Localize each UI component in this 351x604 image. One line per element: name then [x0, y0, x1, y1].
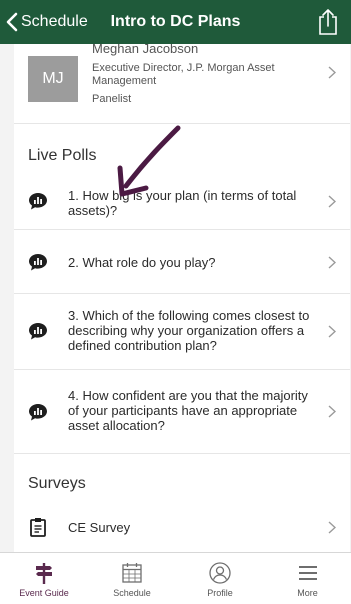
tab-label: Event Guide: [19, 588, 69, 598]
tab-bar: Event Guide Schedule Profile More: [0, 552, 351, 604]
chevron-right-icon: [328, 195, 336, 208]
poll-icon: [29, 404, 47, 421]
surveys-heading: Surveys: [28, 475, 86, 492]
signpost-icon: [36, 563, 52, 584]
share-icon[interactable]: [315, 8, 341, 36]
survey-item[interactable]: CE Survey: [14, 502, 350, 552]
speaker-row[interactable]: MJ Meghan Jacobson Executive Director, J…: [14, 44, 350, 124]
poll-question: 3. Which of the following comes closest …: [68, 308, 310, 353]
annotation-arrow-icon: [117, 125, 181, 197]
chevron-right-icon: [328, 405, 336, 418]
live-polls-heading: Live Polls: [28, 147, 97, 164]
content-area: MJ Meghan Jacobson Executive Director, J…: [0, 44, 351, 552]
navigation-bar: Schedule Intro to DC Plans: [0, 0, 351, 44]
calendar-icon: [122, 563, 142, 583]
poll-item[interactable]: 4. How confident are you that the majori…: [14, 370, 350, 454]
tab-event-guide[interactable]: Event Guide: [0, 553, 88, 604]
chevron-right-icon: [328, 325, 336, 338]
chevron-right-icon: [328, 256, 336, 269]
chevron-right-icon: [328, 521, 336, 534]
tab-more[interactable]: More: [264, 553, 351, 604]
session-detail-panel: MJ Meghan Jacobson Executive Director, J…: [14, 44, 350, 552]
speaker-role: Panelist: [92, 93, 132, 105]
avatar: MJ: [28, 56, 78, 102]
menu-icon: [298, 566, 317, 580]
tab-label: Profile: [207, 588, 233, 598]
poll-question: 4. How confident are you that the majori…: [68, 388, 308, 433]
speaker-title: Executive Director, J.P. Morgan Asset Ma…: [92, 62, 275, 87]
tab-label: Schedule: [113, 588, 151, 598]
profile-icon: [209, 562, 231, 584]
poll-question: 2. What role do you play?: [68, 255, 216, 270]
poll-icon: [29, 193, 47, 210]
poll-icon: [29, 254, 47, 271]
tab-label: More: [297, 588, 318, 598]
page-title: Intro to DC Plans: [110, 13, 241, 30]
poll-item[interactable]: 3. Which of the following comes closest …: [14, 294, 350, 370]
tab-profile[interactable]: Profile: [176, 553, 264, 604]
poll-icon: [29, 323, 47, 340]
clipboard-icon: [30, 518, 46, 537]
survey-title: CE Survey: [68, 520, 131, 535]
chevron-right-icon: [328, 66, 336, 79]
speaker-name: Meghan Jacobson: [92, 44, 199, 56]
poll-item[interactable]: 2. What role do you play?: [14, 230, 350, 294]
tab-schedule[interactable]: Schedule: [88, 553, 176, 604]
